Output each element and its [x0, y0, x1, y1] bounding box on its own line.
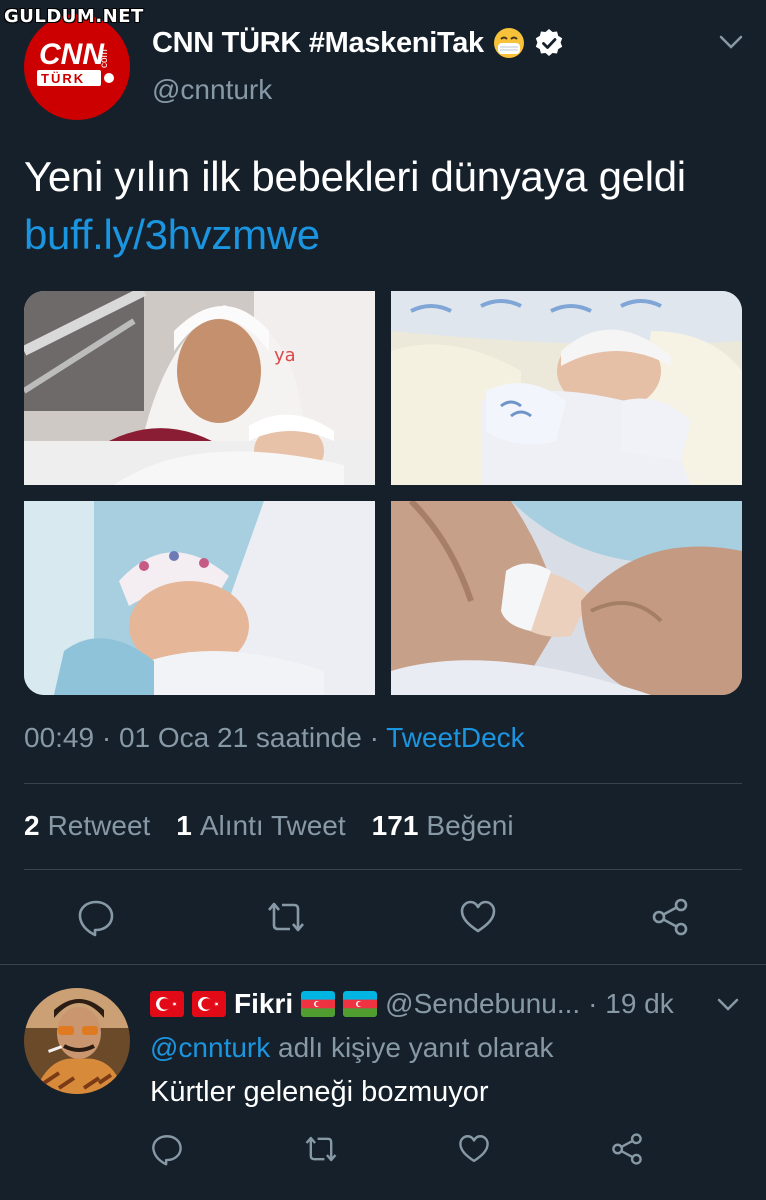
reply-header[interactable]: Fikri @Sendebunu... · 19 dk [150, 988, 674, 1020]
author-handle[interactable]: @cnnturk [152, 74, 272, 106]
media-grid: ya [24, 291, 742, 695]
cnn-turk-logo: CNN TÜRK com [37, 38, 114, 86]
tweet-stats: 2 Retweet 1 Alıntı Tweet 171 Beğeni [24, 810, 514, 842]
face-with-mask-icon [493, 28, 524, 58]
reply-text: Kürtler geleneği bozmuyor [150, 1076, 489, 1108]
azerbaijan-flag-icon [343, 991, 378, 1017]
tweet-body: Yeni yılın ilk bebekleri dünyaya geldi [24, 153, 686, 200]
cnn-turk-avatar[interactable]: CNN TÜRK com [24, 14, 130, 120]
divider [0, 964, 766, 965]
reply-context: @cnnturk adlı kişiye yanıt olarak [150, 1032, 554, 1064]
svg-text:ya: ya [274, 345, 296, 366]
like-icon[interactable] [457, 1132, 491, 1166]
reply-context-text: adlı kişiye yanıt olarak [270, 1032, 554, 1063]
photo-baby-with-hat[interactable] [24, 501, 375, 695]
retweets-stat[interactable]: 2 Retweet [24, 810, 150, 842]
quotes-stat[interactable]: 1 Alıntı Tweet [176, 810, 345, 842]
retweet-icon[interactable] [304, 1132, 338, 1166]
svg-text:CNN: CNN [39, 38, 105, 71]
photo-sleeping-baby-blanket[interactable] [391, 291, 742, 485]
tweet-link[interactable]: buff.ly/3hvzmwe [24, 206, 754, 264]
verified-badge-icon [535, 29, 563, 56]
photo-hand-holding-baby-hand[interactable] [391, 501, 742, 695]
reply-actions [0, 1130, 766, 1170]
tweet-source[interactable]: TweetDeck [386, 722, 525, 753]
reply-mention-link[interactable]: @cnnturk [150, 1032, 270, 1063]
svg-text:com: com [99, 49, 110, 68]
share-icon[interactable] [610, 1132, 644, 1166]
chevron-down-icon[interactable] [718, 32, 744, 52]
divider [24, 783, 742, 784]
author-name-row[interactable]: CNN TÜRK #MaskeniTak [152, 26, 564, 60]
turkey-flag-icon [192, 991, 226, 1017]
like-icon[interactable] [458, 897, 498, 937]
reply-time[interactable]: · 19 dk [588, 988, 674, 1020]
tweet-text: Yeni yılın ilk bebekleri dünyaya geldi b… [24, 148, 754, 264]
reply-icon[interactable] [150, 1132, 184, 1166]
author-display-name[interactable]: CNN TÜRK #MaskeniTak [152, 27, 484, 60]
share-icon[interactable] [650, 897, 690, 937]
svg-text:TÜRK: TÜRK [41, 71, 85, 86]
reply-avatar[interactable] [24, 988, 130, 1094]
reply-display-name[interactable]: Fikri [234, 988, 293, 1020]
likes-stat[interactable]: 171 Beğeni [372, 810, 514, 842]
tweet-timestamp-row: 00:49 · 01 Oca 21 saatinde · TweetDeck [24, 722, 525, 754]
reply-icon[interactable] [76, 897, 116, 937]
tweet-actions [0, 892, 766, 942]
watermark: GULDUM.NET [4, 6, 144, 27]
tweet-timestamp[interactable]: 00:49 · 01 Oca 21 saatinde · [24, 722, 386, 753]
reply-handle[interactable]: @Sendebunu... [385, 988, 580, 1020]
turkey-flag-icon [150, 991, 184, 1017]
chevron-down-icon[interactable] [716, 996, 740, 1014]
reply-tweet[interactable]: Fikri @Sendebunu... · 19 dk @cnnturk adl… [0, 966, 766, 1200]
retweet-icon[interactable] [266, 897, 306, 937]
photo-mother-with-baby[interactable]: ya [24, 291, 375, 485]
azerbaijan-flag-icon [301, 991, 336, 1017]
divider [24, 869, 742, 870]
